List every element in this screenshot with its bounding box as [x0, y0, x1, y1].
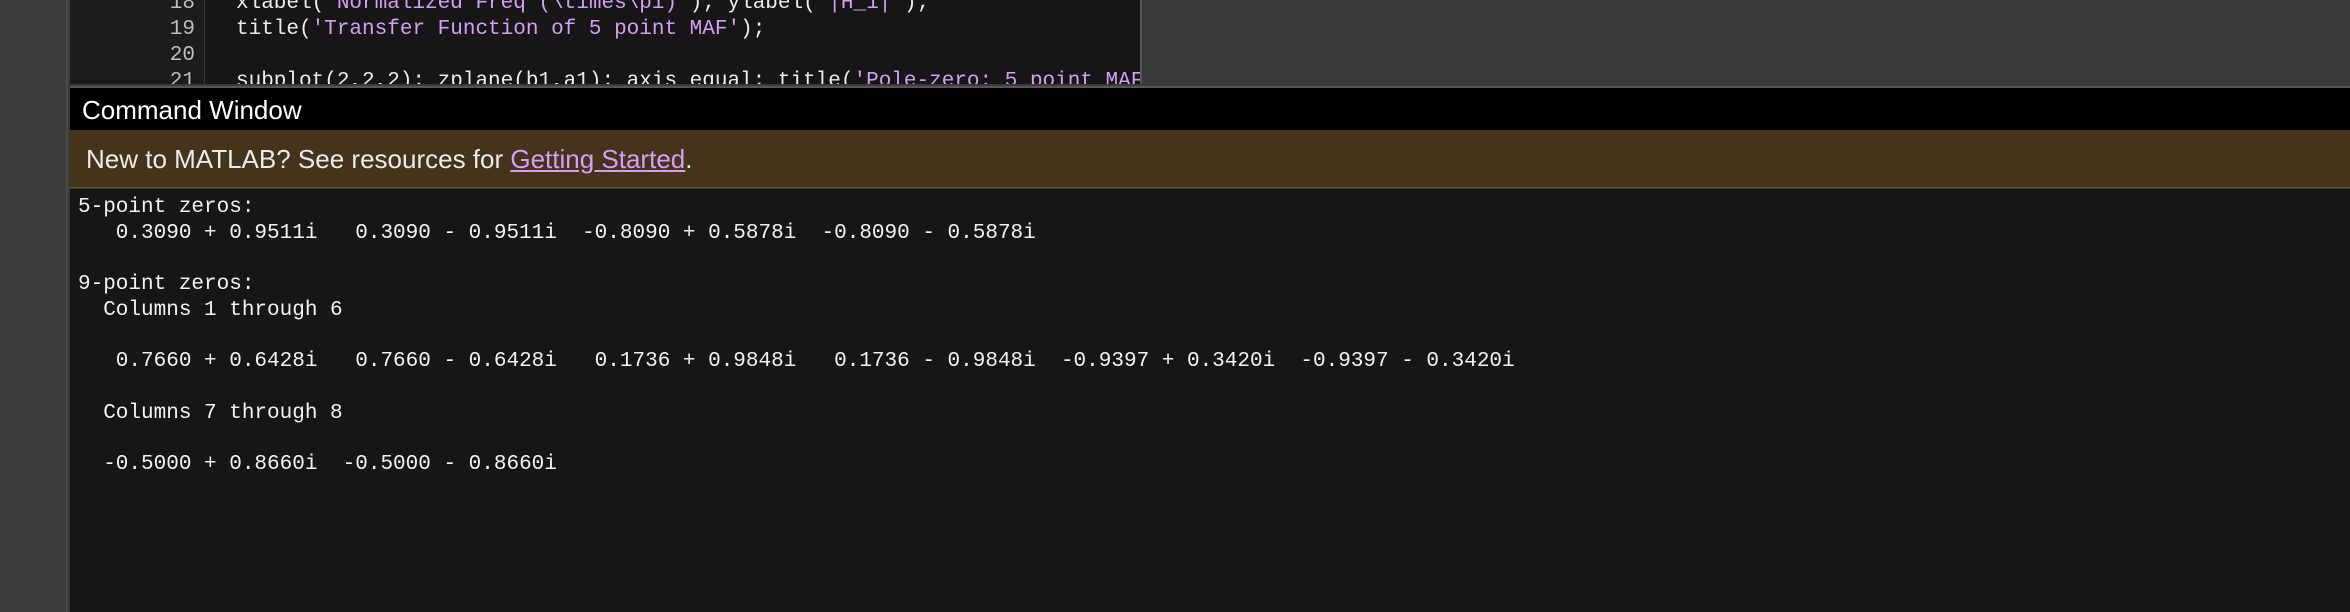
- string-literal: 'Normalized Freq (\times\pi)': [324, 0, 690, 15]
- code-token: );: [740, 18, 766, 41]
- command-window-output[interactable]: 5-point zeros: 0.3090 + 0.9511i 0.3090 -…: [70, 189, 2350, 612]
- code-token: subplot(2,2,2); zplane(b1,a1); axis equa…: [236, 70, 854, 84]
- code-text: xlabel('Normalized Freq (\times\pi)'); y…: [236, 0, 929, 17]
- banner-text: New to MATLAB? See resources for: [86, 144, 511, 174]
- output-line: Columns 7 through 8: [78, 402, 343, 425]
- output-line: 5-point zeros:: [78, 196, 255, 219]
- banner-period: .: [685, 144, 693, 174]
- line-number: 19: [169, 18, 195, 41]
- output-line: -0.5000 + 0.8660i -0.5000 - 0.8660i: [78, 453, 557, 476]
- command-window-title: Command Window: [70, 86, 2350, 130]
- code-token: ); ylabel(: [689, 0, 816, 15]
- string-literal: 'Pole-zero: 5 point MAF': [853, 70, 1140, 84]
- getting-started-link[interactable]: Getting Started: [510, 144, 685, 174]
- code-text: subplot(2,2,2); zplane(b1,a1); axis equa…: [236, 69, 1140, 84]
- code-token: );: [903, 0, 930, 15]
- line-number: 20: [169, 44, 195, 67]
- code-token: title(: [236, 18, 312, 41]
- code-line[interactable]: 20: [70, 43, 1140, 69]
- code-token: xlabel(: [236, 0, 325, 15]
- code-line[interactable]: 21 subplot(2,2,2); zplane(b1,a1); axis eq…: [70, 69, 1140, 84]
- left-panel-strip: [0, 0, 68, 612]
- string-literal: '|H_1|': [815, 0, 904, 15]
- line-number: 21: [169, 70, 195, 84]
- line-number: 18: [169, 0, 195, 15]
- code-line[interactable]: 18 xlabel('Normalized Freq (\times\pi)');…: [70, 0, 1140, 17]
- code-text: title('Transfer Function of 5 point MAF'…: [236, 17, 765, 43]
- editor-side-panel: [1140, 0, 2350, 84]
- code-editor[interactable]: 18 xlabel('Normalized Freq (\times\pi)');…: [70, 0, 1140, 84]
- output-line: 0.3090 + 0.9511i 0.3090 - 0.9511i -0.809…: [78, 222, 1036, 245]
- string-literal: 'Transfer Function of 5 point MAF': [311, 18, 741, 41]
- getting-started-banner: New to MATLAB? See resources for Getting…: [70, 130, 2350, 188]
- output-line: Columns 1 through 6: [78, 299, 343, 322]
- output-line: 9-point zeros:: [78, 273, 255, 296]
- code-line[interactable]: 19 title('Transfer Function of 5 point MA…: [70, 17, 1140, 43]
- output-line: 0.7660 + 0.6428i 0.7660 - 0.6428i 0.1736…: [78, 350, 1515, 373]
